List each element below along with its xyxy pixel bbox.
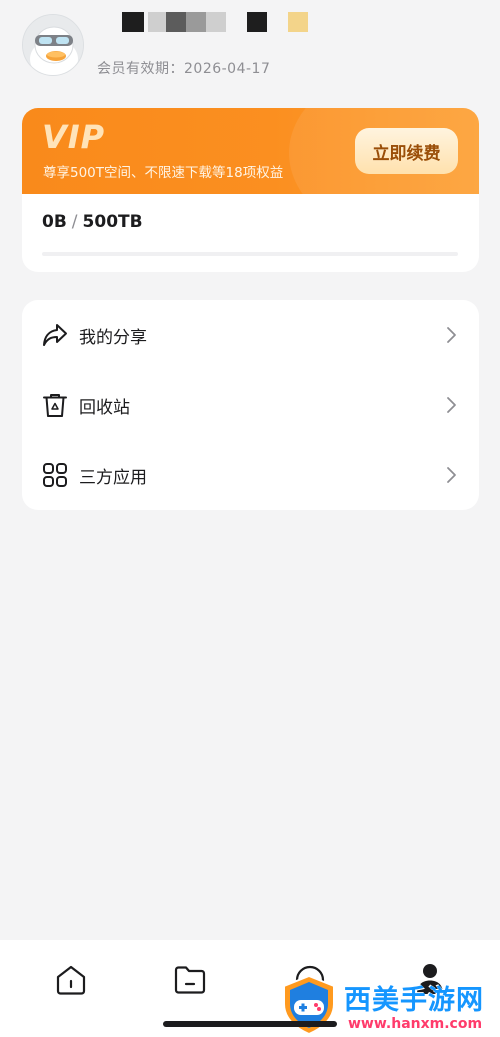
vip-title: VIP (42, 118, 106, 156)
folder-icon (174, 966, 206, 994)
watermark-url: www.hanxm.com (348, 1016, 483, 1032)
menu-item-third-party-apps[interactable]: 三方应用 (22, 440, 479, 510)
share-icon (43, 324, 67, 346)
chevron-right-icon (447, 467, 456, 483)
storage-used: 0B (42, 212, 67, 232)
menu-card: 我的分享 回收站 三方应用 (22, 300, 479, 510)
menu-item-label: 我的分享 (79, 328, 147, 348)
apps-grid-icon (43, 463, 67, 487)
menu-item-label: 三方应用 (79, 468, 147, 488)
tab-home[interactable] (51, 960, 91, 1000)
expiry-date: 2026-04-17 (184, 61, 271, 77)
watermark-title: 西美手游网 (344, 985, 484, 1016)
storage-progress-bar (42, 252, 458, 256)
profile-header: 会员有效期：2026-04-17 (0, 0, 500, 100)
home-indicator (163, 1021, 337, 1027)
vip-benefits-description: 尊享500T空间、不限速下载等18项权益 (43, 165, 284, 181)
storage-separator: / (71, 212, 78, 232)
home-icon (56, 965, 86, 995)
chevron-right-icon (447, 327, 456, 343)
vip-card: VIP 尊享500T空间、不限速下载等18项权益 立即续费 0B/500TB (22, 108, 479, 272)
trash-icon (43, 394, 67, 417)
tab-files[interactable] (170, 960, 210, 1000)
storage-total: 500TB (82, 212, 143, 232)
avatar[interactable] (22, 14, 84, 76)
storage-usage: 0B/500TB (42, 212, 143, 232)
duck-mascot-avatar-icon (23, 15, 83, 75)
membership-expiry: 会员有效期：2026-04-17 (97, 58, 270, 78)
menu-item-label: 回收站 (79, 398, 130, 418)
menu-item-my-share[interactable]: 我的分享 (22, 300, 479, 370)
chevron-right-icon (447, 397, 456, 413)
expiry-label: 会员有效期： (97, 61, 184, 77)
site-watermark: 西美手游网 www.hanxm.com (278, 972, 500, 1037)
renew-button[interactable]: 立即续费 (355, 128, 458, 174)
menu-item-recycle-bin[interactable]: 回收站 (22, 370, 479, 440)
